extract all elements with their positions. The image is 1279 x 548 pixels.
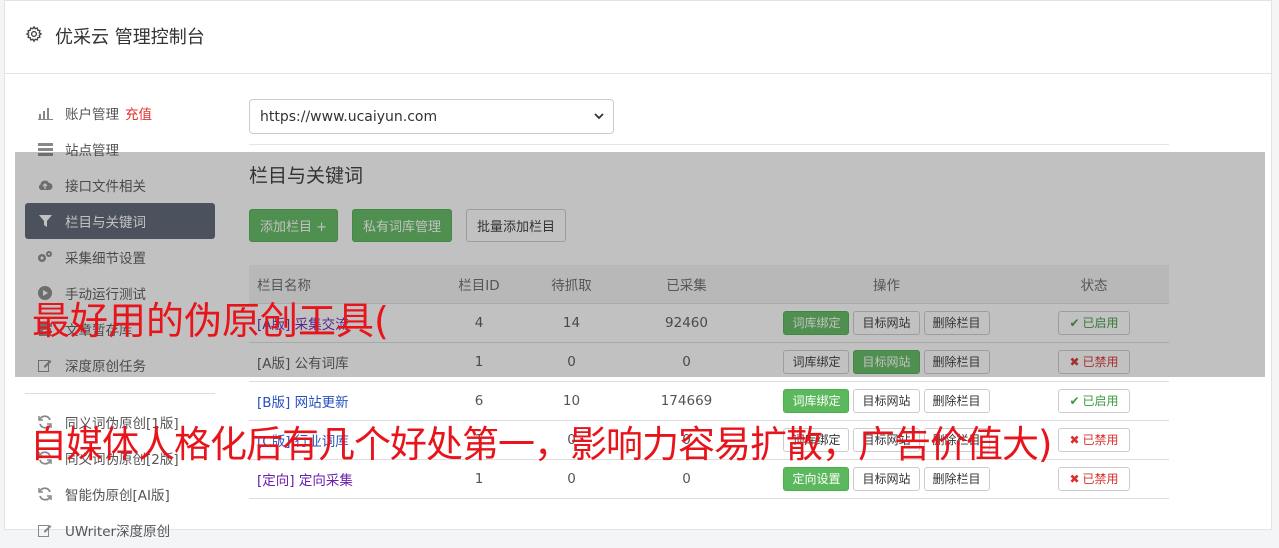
status-label: 已禁用 <box>1082 433 1119 447</box>
watermark-line-2: 自媒体人格化后有几个好处第一，影响力容易扩散，广告价值大) <box>30 423 1052 466</box>
delete-column-button[interactable]: 删除栏目 <box>923 388 990 413</box>
sidebar-item-label: 智能伪原创[AI版] <box>65 488 170 504</box>
bar-chart-icon <box>37 105 53 121</box>
delete-column-button[interactable]: 删除栏目 <box>923 466 990 491</box>
targeted-settings-button[interactable]: 定向设置 <box>783 466 850 491</box>
gear-icon <box>25 25 43 43</box>
row-name-link[interactable]: 网站更新 <box>295 395 349 411</box>
bind-lexicon-button[interactable]: 词库绑定 <box>783 388 850 413</box>
site-select-value: https://www.ucaiyun.com <box>260 108 438 125</box>
site-select[interactable]: https://www.ucaiyun.com <box>249 99 614 134</box>
sidebar-item-uwriter[interactable]: UWriter深度原创 <box>25 512 215 548</box>
close-icon: ✖ <box>1069 432 1080 447</box>
refresh-icon <box>37 486 53 502</box>
status-disabled-button[interactable]: ✖ 已禁用 <box>1058 466 1130 491</box>
console-title: 优采云 管理控制台 <box>55 27 205 48</box>
top-bar: 优采云 管理控制台 <box>5 1 1271 74</box>
status-label: 已启用 <box>1082 394 1119 408</box>
status-enabled-button[interactable]: ✔ 已启用 <box>1058 388 1130 413</box>
check-icon: ✔ <box>1069 393 1080 408</box>
row-tag: [B版] <box>257 394 291 411</box>
sidebar-item-account[interactable]: 账户管理 充值 <box>25 95 215 131</box>
target-site-button[interactable]: 目标网站 <box>853 388 920 413</box>
target-site-button[interactable]: 目标网站 <box>853 466 920 491</box>
sidebar-item-label: UWriter深度原创 <box>65 524 171 540</box>
row-name-link[interactable]: 定向采集 <box>299 473 353 489</box>
sidebar-divider <box>25 393 215 394</box>
row-tag: [定向] <box>257 472 295 489</box>
status-label: 已禁用 <box>1082 472 1119 486</box>
watermark-line-1: 最好用的伪原创工具( <box>32 299 389 343</box>
sidebar-item-label: 账户管理 <box>65 107 119 123</box>
chevron-down-icon <box>594 113 604 120</box>
close-icon: ✖ <box>1069 471 1080 486</box>
status-disabled-button[interactable]: ✖ 已禁用 <box>1058 427 1130 452</box>
divider <box>249 144 1169 145</box>
sidebar-item-ai-rewrite[interactable]: 智能伪原创[AI版] <box>25 476 215 512</box>
recharge-link[interactable]: 充值 <box>125 103 152 123</box>
edit-icon <box>37 522 53 538</box>
